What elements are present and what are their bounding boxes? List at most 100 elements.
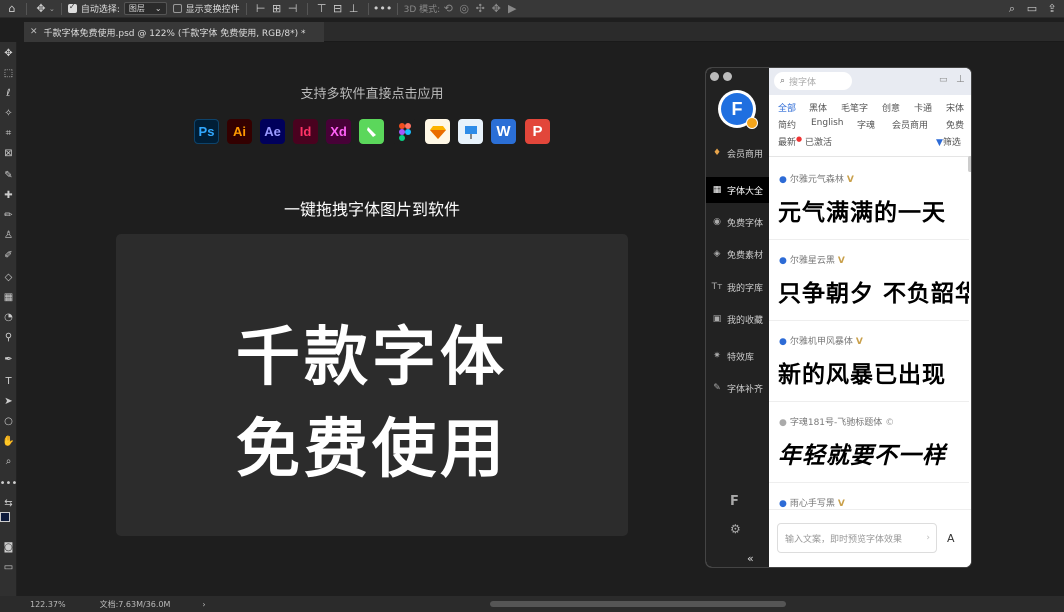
blur-tool-icon[interactable]: ◔ (0, 308, 17, 326)
share-icon[interactable]: ⇪ (1044, 1, 1060, 17)
align-bottom-icon[interactable]: ⊥ (346, 1, 362, 17)
sidebar-item-all-fonts[interactable]: ▦ 字体大全 (706, 177, 769, 203)
status-expand-icon[interactable]: › (202, 600, 205, 609)
filter-latest[interactable]: 最新● (778, 135, 802, 148)
preview-size-button[interactable]: A (947, 532, 955, 545)
category-english[interactable]: English (811, 118, 844, 128)
category-simple[interactable]: 简约 (778, 118, 796, 131)
sidebar-item-effects[interactable]: ✷ 特效库 (706, 343, 769, 369)
pen-tool-icon[interactable]: ✒ (0, 350, 17, 368)
after-effects-icon[interactable]: Ae (260, 119, 285, 144)
category-brush[interactable]: 毛笔字 (841, 101, 868, 114)
tool-app-green-icon[interactable] (359, 119, 384, 144)
hand-tool-icon[interactable]: ✋ (0, 432, 17, 450)
align-middle-icon[interactable]: ⊟ (330, 1, 346, 17)
category-free[interactable]: 免费 (946, 118, 964, 131)
healing-brush-tool-icon[interactable]: ✚ (0, 186, 17, 204)
marquee-tool-icon[interactable]: ⬚ (0, 64, 17, 82)
zoom-level[interactable]: 122.37% (30, 600, 66, 609)
show-transform-checkbox[interactable] (172, 4, 182, 13)
layer-select[interactable]: 图层 ⌄ (123, 2, 167, 15)
more-options-icon[interactable]: ••• (373, 1, 392, 17)
category-songti[interactable]: 宋体 (946, 101, 964, 114)
filter-activated[interactable]: 已激活 (805, 135, 832, 148)
3d-pan-icon[interactable]: ✣ (472, 1, 488, 17)
category-creative[interactable]: 创意 (882, 101, 900, 114)
sidebar-item-favorites[interactable]: ▣ 我的收藏 (706, 306, 769, 332)
settings-gear-icon[interactable]: ⚙ (730, 522, 741, 536)
swap-colors-icon[interactable]: ⇆ (0, 494, 17, 512)
font-card[interactable]: ● 字魂181号-飞驰标题体 © 年轻就要不一样 (769, 403, 969, 483)
font-card[interactable]: ● 尔雅元气森林 V 元气满满的一天 (769, 160, 969, 240)
font-card[interactable]: ● 尔雅星云黑 V 只争朝夕 不负韶华 (769, 241, 969, 321)
category-vip-commercial[interactable]: 会员商用 (892, 118, 928, 131)
frame-tool-icon[interactable]: ⊠ (0, 144, 17, 162)
eraser-tool-icon[interactable]: ◇ (0, 268, 17, 286)
workspace-icon[interactable]: ▭ (1024, 1, 1040, 17)
align-left-icon[interactable]: ⊢ (253, 1, 269, 17)
document-tab[interactable]: ✕ 千款字体免费使用.psd @ 122% (千款字体 免费使用, RGB/8*… (24, 22, 324, 42)
font-card[interactable]: ● 尔雅机甲风暴体 V 新的风暴已出现 (769, 322, 969, 402)
message-icon[interactable]: ▭ (939, 75, 948, 85)
window-close-button[interactable] (710, 72, 719, 81)
shape-tool-icon[interactable]: ○ (0, 412, 17, 430)
foreground-color-swatch[interactable] (0, 512, 10, 522)
category-heiti[interactable]: 黑体 (809, 101, 827, 114)
dodge-tool-icon[interactable]: ⚲ (0, 328, 17, 346)
sidebar-item-vip[interactable]: ♦ 会员商用 (706, 140, 769, 166)
align-right-icon[interactable]: ⊣ (285, 1, 301, 17)
category-zihun[interactable]: 字魂 (857, 118, 875, 131)
category-cartoon[interactable]: 卡通 (914, 101, 932, 114)
home-icon[interactable]: ⌂ (4, 1, 20, 17)
sidebar-item-free-assets[interactable]: ◈ 免费素材 (706, 241, 769, 267)
move-tool-icon[interactable]: ✥ (0, 44, 17, 62)
figma-icon[interactable] (392, 119, 417, 144)
filter-button[interactable]: ▼筛选 (936, 135, 961, 148)
sidebar-item-font-fix[interactable]: ✎ 字体补齐 (706, 375, 769, 401)
brush-tool-icon[interactable]: ✏ (0, 206, 17, 224)
small-logo-icon[interactable]: F (730, 494, 739, 509)
3d-slide-icon[interactable]: ✥ (488, 1, 504, 17)
word-icon[interactable]: W (491, 119, 516, 144)
screen-mode-icon[interactable]: ▭ (0, 558, 17, 576)
3d-scale-icon[interactable]: ▶ (504, 1, 520, 17)
category-all[interactable]: 全部 (778, 101, 796, 114)
eyedropper-tool-icon[interactable]: ✎ (0, 166, 17, 184)
chevron-down-icon[interactable]: ⌄ (49, 5, 55, 13)
close-icon[interactable]: ✕ (30, 27, 38, 37)
document-size: 文档:7.63M/36.0M (99, 599, 171, 609)
horizontal-scrollbar[interactable] (490, 601, 786, 607)
auto-select-checkbox[interactable] (67, 2, 77, 13)
type-tool-icon[interactable]: T (0, 372, 17, 390)
keynote-icon[interactable] (458, 119, 483, 144)
powerpoint-icon[interactable]: P (525, 119, 550, 144)
quick-mask-icon[interactable]: ◙ (0, 538, 17, 556)
zoom-tool-icon[interactable]: ⌕ (0, 452, 17, 470)
3d-orbit-icon[interactable]: ⟲ (440, 1, 456, 17)
align-top-icon[interactable]: ⊤ (314, 1, 330, 17)
collapse-sidebar-button[interactable]: « (747, 552, 754, 565)
preview-text-input[interactable]: 输入文案，即时预览字体效果 › (777, 523, 937, 553)
illustrator-icon[interactable]: Ai (227, 119, 252, 144)
sidebar-item-free-fonts[interactable]: ◉ 免费字体 (706, 209, 769, 235)
indesign-icon[interactable]: Id (293, 119, 318, 144)
xd-icon[interactable]: Xd (326, 119, 351, 144)
sidebar-item-my-library[interactable]: Tт 我的字库 (706, 274, 769, 300)
search-icon[interactable]: ⌕ (1004, 1, 1020, 17)
crop-tool-icon[interactable]: ⌗ (0, 124, 17, 142)
3d-roll-icon[interactable]: ◎ (456, 1, 472, 17)
magic-wand-tool-icon[interactable]: ✧ (0, 104, 17, 122)
align-center-icon[interactable]: ⊞ (269, 1, 285, 17)
more-tools-icon[interactable]: ••• (0, 474, 17, 492)
stamp-tool-icon[interactable]: ♙ (0, 226, 17, 244)
font-search-input[interactable]: ⌕ 搜字体 (774, 72, 852, 90)
move-tool-icon[interactable]: ✥ (33, 1, 49, 17)
sketch-icon[interactable] (425, 119, 450, 144)
lasso-tool-icon[interactable]: ℓ (0, 84, 17, 102)
photoshop-icon[interactable]: Ps (194, 119, 219, 144)
path-select-tool-icon[interactable]: ➤ (0, 392, 17, 410)
window-minimize-button[interactable] (723, 72, 732, 81)
history-brush-tool-icon[interactable]: ✐ (0, 246, 17, 264)
pin-icon[interactable]: ⊥ (956, 74, 965, 85)
gradient-tool-icon[interactable]: ▦ (0, 288, 17, 306)
